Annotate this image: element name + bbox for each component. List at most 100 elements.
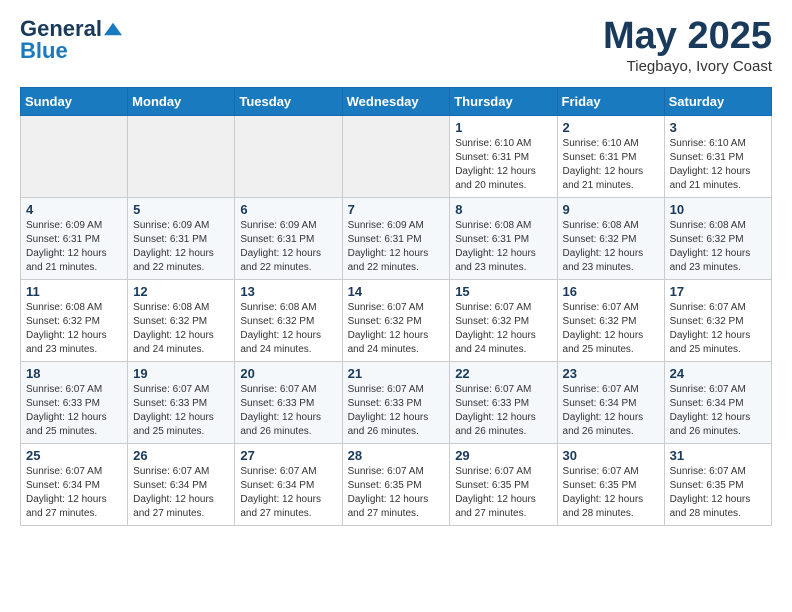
calendar-cell: 3 Sunrise: 6:10 AM Sunset: 6:31 PM Daylig… — [664, 115, 771, 197]
calendar-cell: 12 Sunrise: 6:08 AM Sunset: 6:32 PM Dayli… — [128, 279, 235, 361]
cell-content: Sunrise: 6:09 AM Sunset: 6:31 PM Dayligh… — [26, 219, 122, 275]
calendar-cell: 21Sunrise: 6:07 AM Sunset: 6:33 PM Dayli… — [342, 361, 450, 443]
calendar-cell: 30 Sunrise: 6:07 AM Sunset: 6:35 PM Dayli… — [557, 443, 664, 525]
header: General Blue May 2025 Tiegbayo, Ivory Co… — [20, 16, 772, 75]
calendar-cell: 7 Sunrise: 6:09 AM Sunset: 6:31 PM Daylig… — [342, 197, 450, 279]
week-row-3: 11Sunrise: 6:08 AM Sunset: 6:32 PM Dayli… — [21, 279, 772, 361]
calendar-cell: 16Sunrise: 6:07 AM Sunset: 6:32 PM Dayli… — [557, 279, 664, 361]
cell-content: Sunrise: 6:10 AM Sunset: 6:31 PM Dayligh… — [455, 137, 551, 193]
day-number: 22 — [455, 366, 551, 381]
day-number: 18 — [26, 366, 122, 381]
cell-content: Sunrise: 6:08 AM Sunset: 6:31 PM Dayligh… — [455, 219, 551, 275]
calendar-cell: 24 Sunrise: 6:07 AM Sunset: 6:34 PM Dayli… — [664, 361, 771, 443]
calendar-cell: 13 Sunrise: 6:08 AM Sunset: 6:32 PM Dayli… — [235, 279, 342, 361]
col-header-monday: Monday — [128, 87, 235, 115]
calendar-cell — [128, 115, 235, 197]
logo-icon — [104, 20, 122, 38]
week-row-4: 18 Sunrise: 6:07 AM Sunset: 6:33 PM Dayli… — [21, 361, 772, 443]
day-number: 4 — [26, 202, 122, 217]
cell-content: Sunrise: 6:07 AM Sunset: 6:35 PM Dayligh… — [563, 465, 659, 521]
cell-content: Sunrise: 6:10 AM Sunset: 6:31 PM Dayligh… — [670, 137, 766, 193]
cell-content: Sunrise: 6:10 AM Sunset: 6:31 PM Dayligh… — [563, 137, 659, 193]
day-number: 30 — [563, 448, 659, 463]
calendar-cell — [342, 115, 450, 197]
calendar-cell: 5Sunrise: 6:09 AM Sunset: 6:31 PM Daylig… — [128, 197, 235, 279]
day-number: 26 — [133, 448, 229, 463]
cell-content: Sunrise: 6:07 AM Sunset: 6:33 PM Dayligh… — [133, 383, 229, 439]
day-number: 12 — [133, 284, 229, 299]
cell-content: Sunrise: 6:08 AM Sunset: 6:32 PM Dayligh… — [563, 219, 659, 275]
calendar-cell: 1 Sunrise: 6:10 AM Sunset: 6:31 PM Daylig… — [450, 115, 557, 197]
day-number: 3 — [670, 120, 766, 135]
day-number: 1 — [455, 120, 551, 135]
cell-content: Sunrise: 6:07 AM Sunset: 6:35 PM Dayligh… — [455, 465, 551, 521]
cell-content: Sunrise: 6:08 AM Sunset: 6:32 PM Dayligh… — [240, 301, 336, 357]
logo-blue: Blue — [20, 38, 68, 64]
calendar-cell: 26 Sunrise: 6:07 AM Sunset: 6:34 PM Dayli… — [128, 443, 235, 525]
calendar-cell: 18 Sunrise: 6:07 AM Sunset: 6:33 PM Dayli… — [21, 361, 128, 443]
calendar-cell — [235, 115, 342, 197]
day-number: 19 — [133, 366, 229, 381]
week-row-2: 4 Sunrise: 6:09 AM Sunset: 6:31 PM Daylig… — [21, 197, 772, 279]
calendar-header-row: SundayMondayTuesdayWednesdayThursdayFrid… — [21, 87, 772, 115]
calendar-cell: 15Sunrise: 6:07 AM Sunset: 6:32 PM Dayli… — [450, 279, 557, 361]
col-header-sunday: Sunday — [21, 87, 128, 115]
calendar-cell: 2 Sunrise: 6:10 AM Sunset: 6:31 PM Daylig… — [557, 115, 664, 197]
cell-content: Sunrise: 6:09 AM Sunset: 6:31 PM Dayligh… — [348, 219, 445, 275]
cell-content: Sunrise: 6:07 AM Sunset: 6:33 PM Dayligh… — [240, 383, 336, 439]
calendar-cell: 8 Sunrise: 6:08 AM Sunset: 6:31 PM Daylig… — [450, 197, 557, 279]
day-number: 23 — [563, 366, 659, 381]
day-number: 8 — [455, 202, 551, 217]
cell-content: Sunrise: 6:07 AM Sunset: 6:33 PM Dayligh… — [26, 383, 122, 439]
day-number: 21 — [348, 366, 445, 381]
day-number: 13 — [240, 284, 336, 299]
cell-content: Sunrise: 6:08 AM Sunset: 6:32 PM Dayligh… — [133, 301, 229, 357]
cell-content: Sunrise: 6:08 AM Sunset: 6:32 PM Dayligh… — [670, 219, 766, 275]
calendar-cell: 4 Sunrise: 6:09 AM Sunset: 6:31 PM Daylig… — [21, 197, 128, 279]
calendar-cell: 28Sunrise: 6:07 AM Sunset: 6:35 PM Dayli… — [342, 443, 450, 525]
day-number: 15 — [455, 284, 551, 299]
day-number: 14 — [348, 284, 445, 299]
cell-content: Sunrise: 6:07 AM Sunset: 6:34 PM Dayligh… — [26, 465, 122, 521]
calendar: SundayMondayTuesdayWednesdayThursdayFrid… — [20, 87, 772, 526]
cell-content: Sunrise: 6:07 AM Sunset: 6:32 PM Dayligh… — [563, 301, 659, 357]
day-number: 25 — [26, 448, 122, 463]
calendar-cell: 27 Sunrise: 6:07 AM Sunset: 6:34 PM Dayli… — [235, 443, 342, 525]
calendar-cell — [21, 115, 128, 197]
day-number: 7 — [348, 202, 445, 217]
cell-content: Sunrise: 6:08 AM Sunset: 6:32 PM Dayligh… — [26, 301, 122, 357]
day-number: 20 — [240, 366, 336, 381]
calendar-cell: 31Sunrise: 6:07 AM Sunset: 6:35 PM Dayli… — [664, 443, 771, 525]
calendar-cell: 6 Sunrise: 6:09 AM Sunset: 6:31 PM Daylig… — [235, 197, 342, 279]
calendar-cell: 23Sunrise: 6:07 AM Sunset: 6:34 PM Dayli… — [557, 361, 664, 443]
calendar-cell: 25 Sunrise: 6:07 AM Sunset: 6:34 PM Dayli… — [21, 443, 128, 525]
week-row-1: 1 Sunrise: 6:10 AM Sunset: 6:31 PM Daylig… — [21, 115, 772, 197]
col-header-friday: Friday — [557, 87, 664, 115]
day-number: 2 — [563, 120, 659, 135]
day-number: 10 — [670, 202, 766, 217]
day-number: 17 — [670, 284, 766, 299]
day-number: 31 — [670, 448, 766, 463]
col-header-saturday: Saturday — [664, 87, 771, 115]
calendar-cell: 9Sunrise: 6:08 AM Sunset: 6:32 PM Daylig… — [557, 197, 664, 279]
day-number: 24 — [670, 366, 766, 381]
cell-content: Sunrise: 6:07 AM Sunset: 6:34 PM Dayligh… — [240, 465, 336, 521]
logo: General Blue — [20, 16, 122, 64]
cell-content: Sunrise: 6:09 AM Sunset: 6:31 PM Dayligh… — [240, 219, 336, 275]
col-header-thursday: Thursday — [450, 87, 557, 115]
day-number: 29 — [455, 448, 551, 463]
cell-content: Sunrise: 6:07 AM Sunset: 6:32 PM Dayligh… — [670, 301, 766, 357]
day-number: 27 — [240, 448, 336, 463]
cell-content: Sunrise: 6:07 AM Sunset: 6:34 PM Dayligh… — [670, 383, 766, 439]
cell-content: Sunrise: 6:07 AM Sunset: 6:34 PM Dayligh… — [133, 465, 229, 521]
day-number: 6 — [240, 202, 336, 217]
col-header-wednesday: Wednesday — [342, 87, 450, 115]
day-number: 5 — [133, 202, 229, 217]
calendar-cell: 10 Sunrise: 6:08 AM Sunset: 6:32 PM Dayli… — [664, 197, 771, 279]
calendar-cell: 19 Sunrise: 6:07 AM Sunset: 6:33 PM Dayli… — [128, 361, 235, 443]
cell-content: Sunrise: 6:07 AM Sunset: 6:33 PM Dayligh… — [455, 383, 551, 439]
col-header-tuesday: Tuesday — [235, 87, 342, 115]
cell-content: Sunrise: 6:07 AM Sunset: 6:32 PM Dayligh… — [348, 301, 445, 357]
calendar-cell: 17 Sunrise: 6:07 AM Sunset: 6:32 PM Dayli… — [664, 279, 771, 361]
location: Tiegbayo, Ivory Coast — [603, 58, 772, 75]
